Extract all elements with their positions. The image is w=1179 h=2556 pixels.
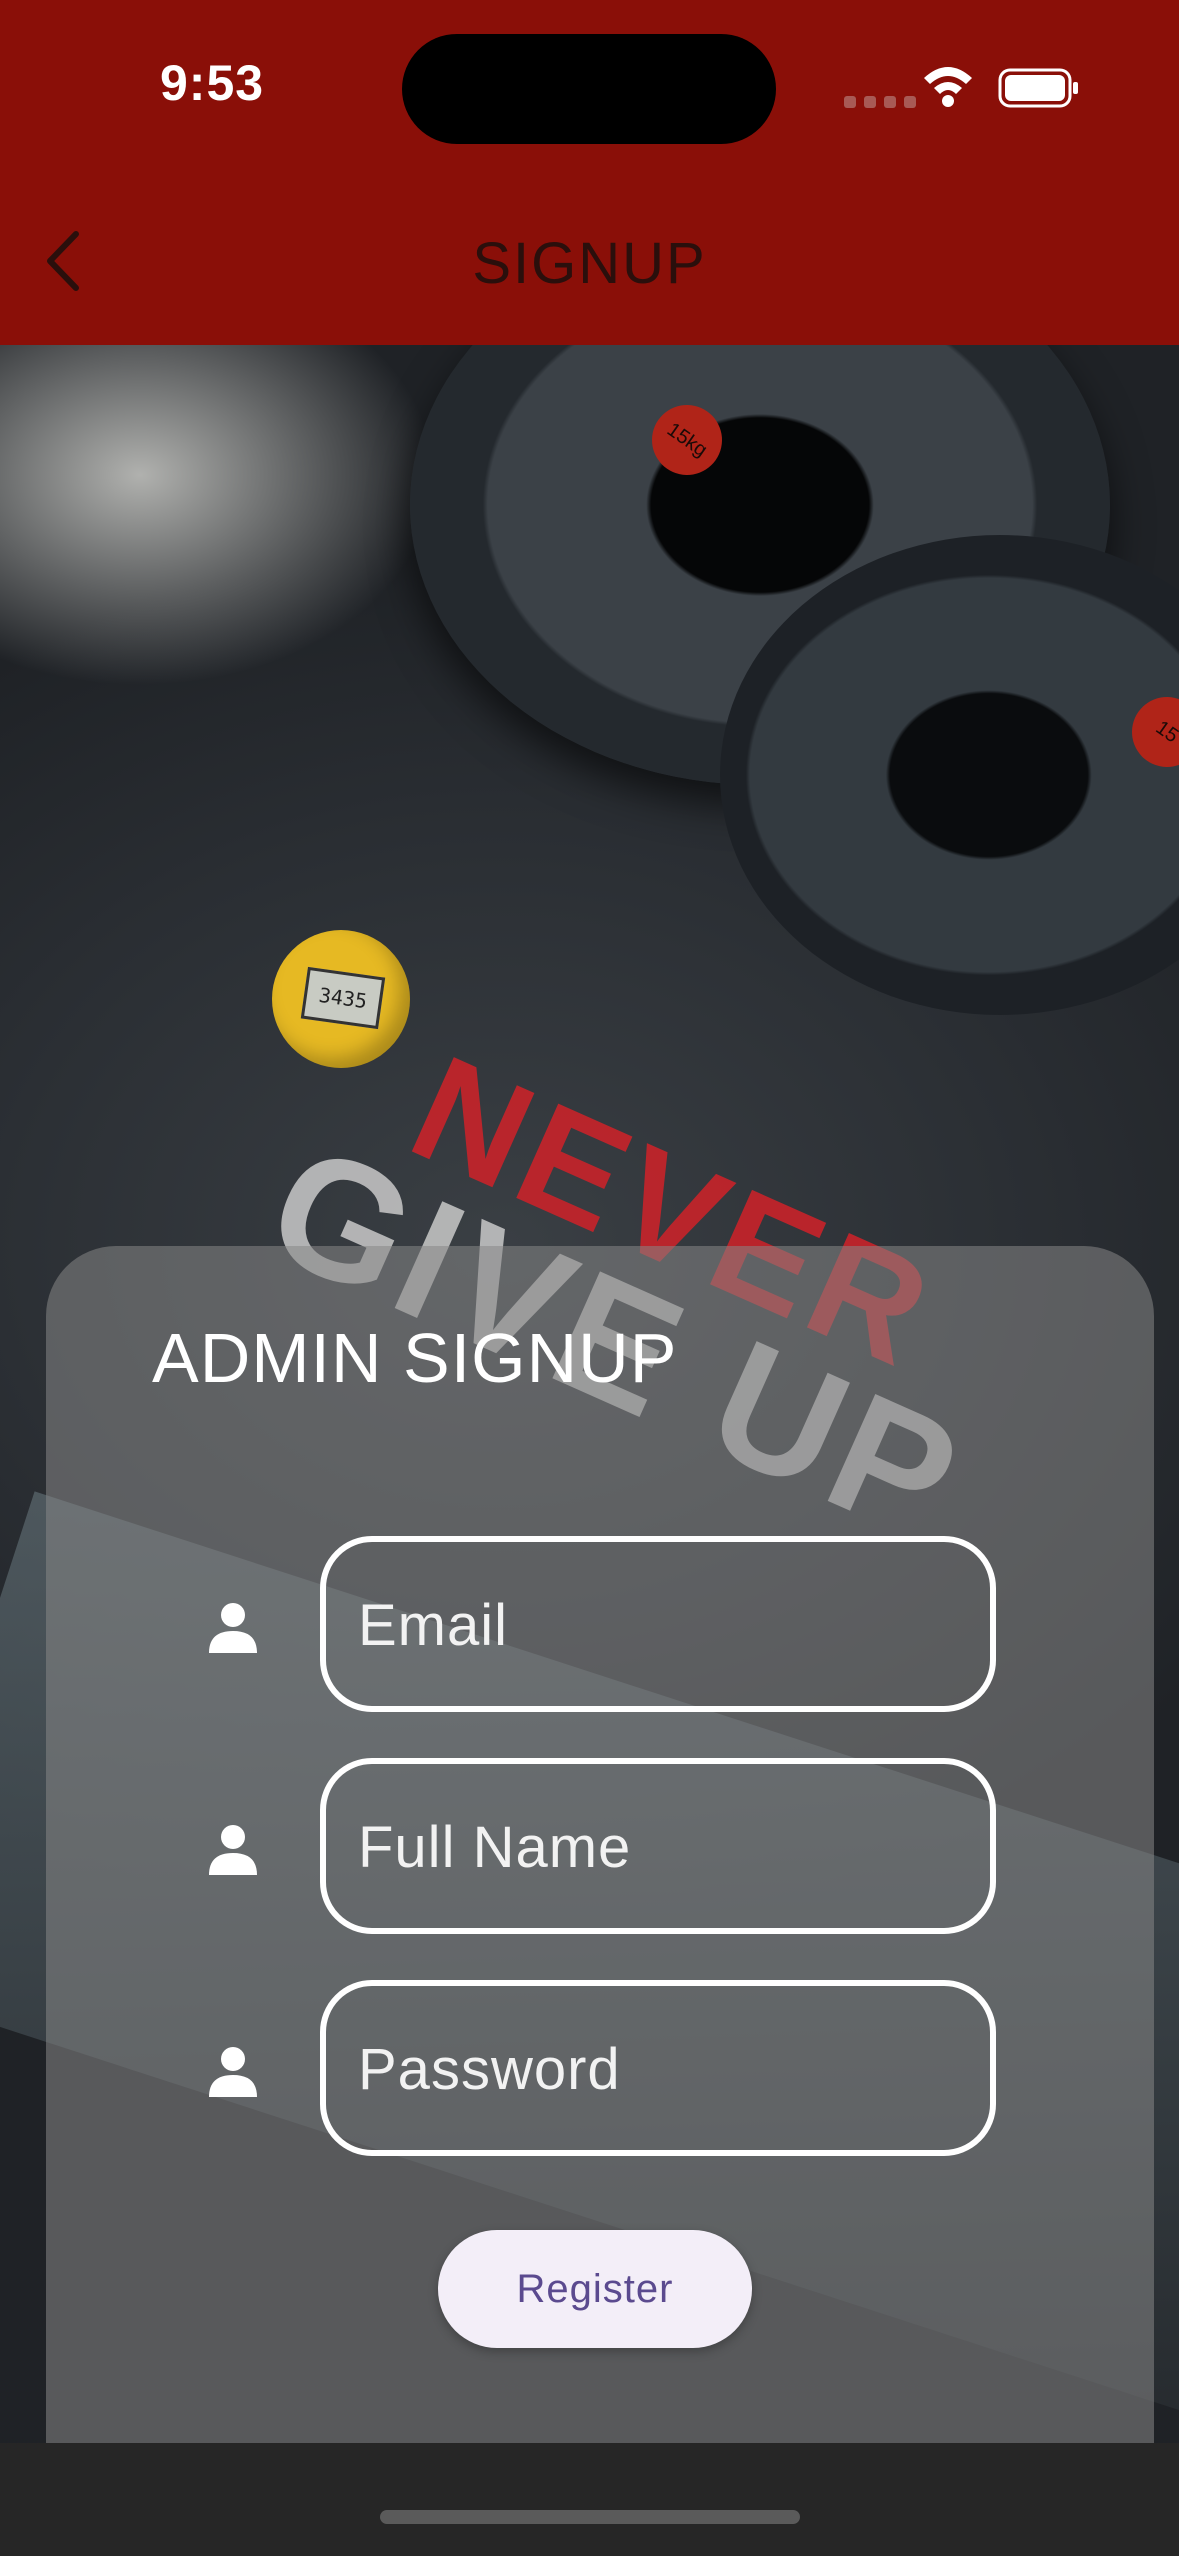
full-name-field[interactable] <box>320 1758 996 1934</box>
full-name-row <box>0 1758 1179 1944</box>
register-button[interactable]: Register <box>438 2230 752 2348</box>
cellular-signal-icon <box>844 96 916 108</box>
email-input[interactable] <box>356 1542 960 1708</box>
status-time: 9:53 <box>160 55 265 111</box>
wifi-icon <box>924 67 972 107</box>
email-row <box>0 1536 1179 1722</box>
full-name-input[interactable] <box>356 1764 960 1930</box>
stopwatch: 3435 <box>272 930 410 1068</box>
password-row <box>0 1980 1179 2166</box>
person-icon <box>209 2047 257 2097</box>
stopwatch-display: 3435 <box>300 966 386 1030</box>
bottom-bar <box>0 2443 1179 2556</box>
password-field[interactable] <box>320 1980 996 2156</box>
password-input[interactable] <box>356 1986 960 2152</box>
email-field[interactable] <box>320 1536 996 1712</box>
app-bar: 9:53 SIGNUP <box>0 0 1179 345</box>
person-icon <box>209 1825 257 1875</box>
dynamic-island <box>402 34 776 144</box>
page-title: SIGNUP <box>472 231 707 296</box>
home-indicator[interactable] <box>380 2510 800 2524</box>
person-icon <box>209 1603 257 1653</box>
form-title: ADMIN SIGNUP <box>152 1319 678 1397</box>
battery-icon <box>998 68 1078 108</box>
